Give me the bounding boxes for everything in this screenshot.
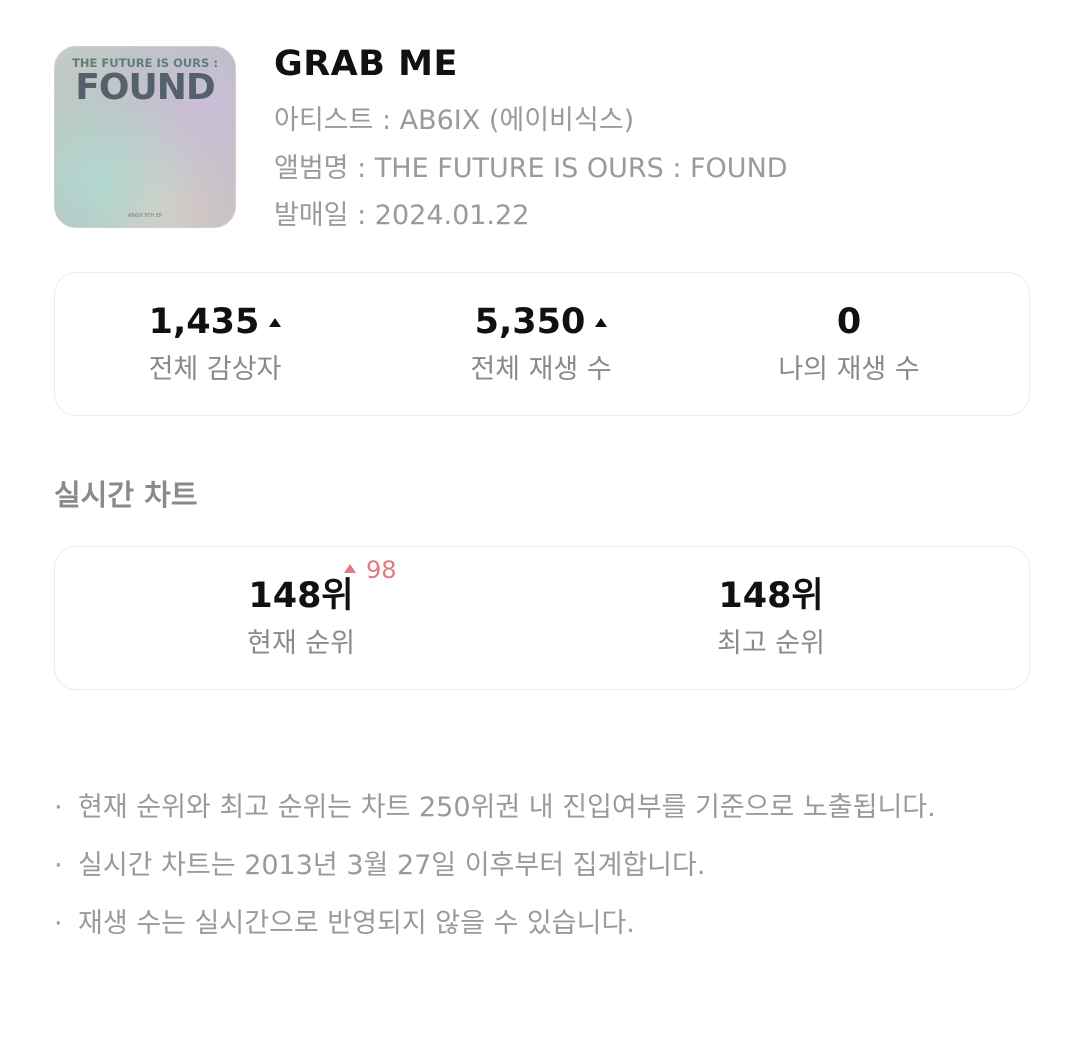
rank-change-value: 98 bbox=[366, 556, 397, 584]
note-item: · 재생 수는 실시간으로 반영되지 않을 수 있습니다. bbox=[54, 900, 1044, 948]
bullet-dot: · bbox=[54, 792, 63, 823]
stat-label: 전체 감상자 bbox=[148, 354, 282, 385]
stat-label: 전체 재생 수 bbox=[470, 354, 612, 385]
note-item: · 실시간 차트는 2013년 3월 27일 이후부터 집계합니다. bbox=[54, 842, 1044, 890]
up-triangle-icon bbox=[595, 318, 608, 327]
album-header: THE FUTURE IS OURS : FOUND AB6IX 9TH EP … bbox=[54, 44, 1034, 231]
rank-current: 148위 현재 순위 bbox=[131, 573, 471, 660]
bullet-dot: · bbox=[54, 850, 63, 881]
stat-value: 0 bbox=[699, 299, 999, 345]
stat-label: 나의 재생 수 bbox=[778, 354, 920, 385]
chart-notes: · 현재 순위와 최고 순위는 차트 250위권 내 진입여부를 기준으로 노출… bbox=[54, 784, 1044, 958]
cover-title: FOUND bbox=[75, 67, 215, 108]
current-rank-value: 148위 bbox=[248, 576, 354, 616]
cover-footer: AB6IX 9TH EP bbox=[127, 213, 163, 219]
up-triangle-icon bbox=[344, 564, 356, 573]
stat-my-plays: 0 나의 재생 수 bbox=[699, 299, 999, 386]
note-text: 실시간 차트는 2013년 3월 27일 이후부터 집계합니다. bbox=[78, 850, 706, 881]
note-text: 재생 수는 실시간으로 반영되지 않을 수 있습니다. bbox=[78, 908, 635, 939]
my-plays-count: 0 bbox=[836, 302, 862, 342]
rank-best: 148위 최고 순위 bbox=[601, 573, 941, 660]
rank-change-badge: 98 bbox=[344, 556, 397, 584]
stat-total-listeners: 1,435 전체 감상자 bbox=[65, 299, 365, 386]
artist-info[interactable]: 아티스트 : AB6IX (에이비식스) bbox=[274, 98, 634, 137]
song-title: GRAB ME bbox=[274, 44, 458, 84]
section-title-realtime-chart: 실시간 차트 bbox=[54, 478, 198, 512]
best-rank-value: 148위 bbox=[718, 576, 824, 616]
stat-value: 1,435 bbox=[65, 299, 365, 345]
album-info[interactable]: 앨범명 : THE FUTURE IS OURS : FOUND bbox=[274, 146, 788, 185]
current-rank-label: 현재 순위 bbox=[247, 628, 355, 659]
note-item: · 현재 순위와 최고 순위는 차트 250위권 내 진입여부를 기준으로 노출… bbox=[54, 784, 1044, 832]
note-text: 현재 순위와 최고 순위는 차트 250위권 내 진입여부를 기준으로 노출됩니… bbox=[78, 792, 936, 823]
best-rank-label: 최고 순위 bbox=[717, 628, 825, 659]
total-listeners-count: 1,435 bbox=[148, 302, 260, 342]
up-triangle-icon bbox=[269, 318, 282, 327]
release-date: 발매일 : 2024.01.22 bbox=[274, 200, 530, 231]
realtime-rank-card: 148위 현재 순위 98 148위 최고 순위 bbox=[54, 546, 1030, 690]
album-cover-image[interactable]: THE FUTURE IS OURS : FOUND AB6IX 9TH EP bbox=[54, 46, 236, 228]
listening-stats-card: 1,435 전체 감상자 5,350 전체 재생 수 0 나의 재생 수 bbox=[54, 272, 1030, 416]
bullet-dot: · bbox=[54, 908, 63, 939]
stat-value: 5,350 bbox=[391, 299, 691, 345]
stat-total-plays: 5,350 전체 재생 수 bbox=[391, 299, 691, 386]
total-plays-count: 5,350 bbox=[474, 302, 586, 342]
